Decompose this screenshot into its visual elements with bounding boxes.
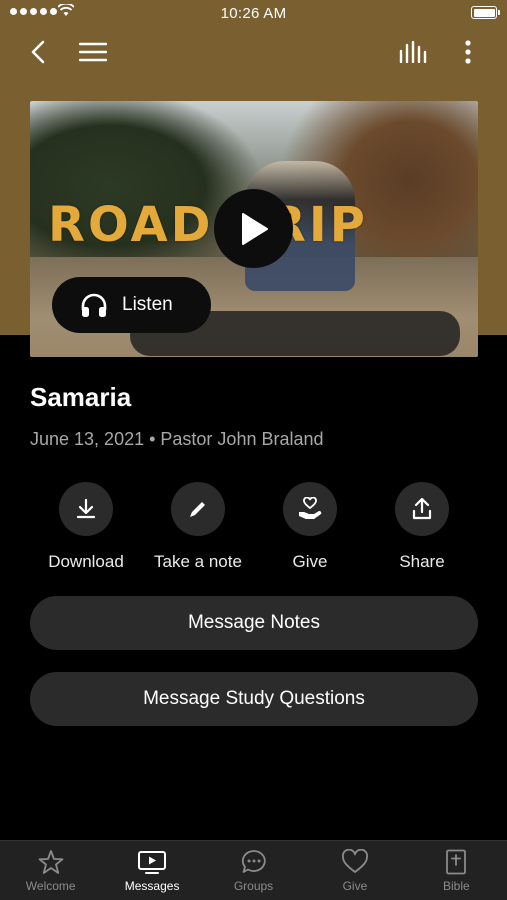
take-note-label: Take a note xyxy=(154,552,242,571)
tab-groups[interactable]: Groups xyxy=(203,841,304,900)
tab-give-label: Give xyxy=(342,879,368,893)
tab-messages[interactable]: Messages xyxy=(101,841,202,900)
status-bar: 10:26 AM xyxy=(0,0,507,28)
action-row: Download Take a note Give Share xyxy=(0,482,507,582)
heart-icon xyxy=(341,849,368,873)
play-screen-icon xyxy=(138,851,167,874)
sermon-date-speaker: June 13, 2021 • Pastor John Braland xyxy=(30,429,324,449)
share-icon xyxy=(412,497,432,520)
listen-label: Listen xyxy=(122,294,173,315)
star-icon xyxy=(38,850,64,874)
hamburger-icon xyxy=(79,42,107,62)
share-button[interactable]: Share xyxy=(362,482,482,572)
give-button[interactable]: Give xyxy=(250,482,370,572)
tab-welcome-label: Welcome xyxy=(25,879,76,893)
back-button[interactable] xyxy=(22,30,54,74)
play-button[interactable] xyxy=(214,189,293,268)
tab-messages-label: Messages xyxy=(124,879,180,893)
tab-groups-label: Groups xyxy=(233,879,274,893)
tab-bible-label: Bible xyxy=(442,879,470,893)
headphones-icon xyxy=(81,293,107,317)
tab-welcome[interactable]: Welcome xyxy=(0,841,101,900)
sermon-title: Samaria xyxy=(30,382,132,412)
message-notes-button[interactable]: Message Notes xyxy=(30,596,478,650)
tab-give[interactable]: Give xyxy=(304,841,405,900)
equalizer-icon xyxy=(399,41,427,63)
bottom-tab-bar: Welcome Messages Groups Give Bible xyxy=(0,840,507,900)
pencil-icon xyxy=(190,502,205,517)
download-icon xyxy=(76,498,96,519)
give-label: Give xyxy=(292,552,328,571)
navigation-bar xyxy=(0,30,507,74)
audio-visualizer-button[interactable] xyxy=(396,30,432,74)
chevron-left-icon xyxy=(31,40,45,64)
share-label: Share xyxy=(399,552,445,571)
play-icon xyxy=(241,212,268,245)
more-options-button[interactable] xyxy=(456,30,480,74)
status-time: 10:26 AM xyxy=(220,5,287,22)
more-vertical-icon xyxy=(465,40,471,64)
download-label: Download xyxy=(48,552,124,571)
listen-button[interactable]: Listen xyxy=(52,277,211,333)
download-button[interactable]: Download xyxy=(26,482,146,572)
sermon-artwork: ROAD TRIP Listen xyxy=(30,101,478,357)
message-study-questions-button[interactable]: Message Study Questions xyxy=(30,672,478,726)
battery-icon xyxy=(471,6,500,19)
take-note-button[interactable]: Take a note xyxy=(138,482,258,572)
chat-bubble-icon xyxy=(241,850,266,873)
series-title-art: ROAD TRIP xyxy=(48,197,368,253)
bible-icon xyxy=(446,849,467,875)
tab-bible[interactable]: Bible xyxy=(406,841,507,900)
hand-heart-icon xyxy=(299,497,322,519)
menu-button[interactable] xyxy=(76,30,110,74)
